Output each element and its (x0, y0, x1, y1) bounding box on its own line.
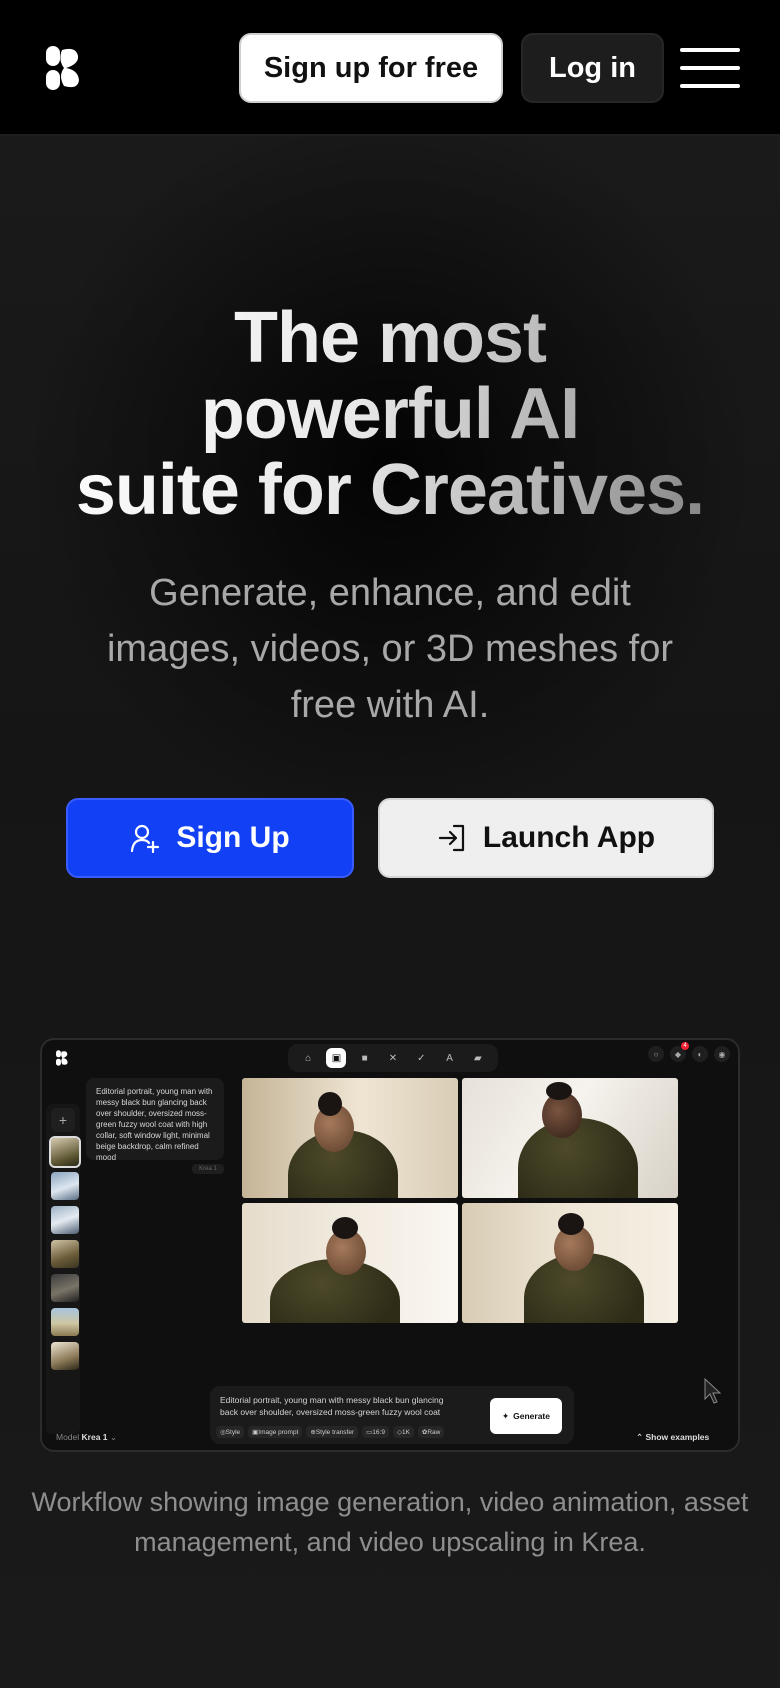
generated-image (242, 1078, 458, 1198)
hero-title-line: The most (233, 298, 547, 378)
hero-subtitle: Generate, enhance, and edit images, vide… (106, 572, 673, 726)
history-thumbnail (51, 1206, 79, 1234)
cursor-icon (704, 1378, 722, 1404)
mockup-status-icons: ○ ◆ 4 ◐ ◉ (648, 1042, 730, 1062)
model-selector: Model Krea 1 ⌄ (56, 1432, 117, 1443)
hamburger-menu-icon[interactable] (680, 48, 740, 88)
resolution-chip: ◇ 1K (392, 1426, 414, 1438)
enhance-icon: ✕ (388, 1052, 398, 1064)
bottom-prompt-bar: Editorial portrait, young man with messy… (210, 1386, 574, 1444)
sparkle-icon: ✦ (502, 1410, 510, 1421)
style-chip: ◎ Style (216, 1426, 245, 1438)
hero-title: The most powerful AI suite for Creatives… (40, 300, 740, 528)
history-rail: + (46, 1104, 81, 1434)
raw-chip: ✿ Raw (417, 1426, 445, 1438)
app-preview: ⌂ ▣ ■ ✕ ✓ A ▰ ○ ◆ 4 ◐ ◉ + Editorial portr… (40, 1038, 740, 1452)
generated-image (462, 1203, 678, 1323)
login-arrow-icon (438, 824, 464, 852)
mockup-toolbar: ⌂ ▣ ■ ✕ ✓ A ▰ (288, 1044, 498, 1072)
hero-title-line: suite for Creatives. (75, 450, 705, 530)
preview-caption: Workflow showing image generation, video… (31, 1487, 749, 1557)
chip-label: Image prompt (258, 1428, 299, 1436)
home-icon: ⌂ (305, 1052, 312, 1064)
chip-label: Style (225, 1428, 241, 1436)
history-thumbnail (51, 1342, 79, 1370)
text-icon: A (446, 1052, 453, 1064)
folder-icon: ▰ (473, 1052, 482, 1064)
show-examples: ⌃ Show examples (636, 1432, 709, 1443)
model-chip: Krea 1 (192, 1164, 224, 1174)
history-thumbnail (51, 1274, 79, 1302)
chip-label: Style transfer (315, 1428, 355, 1436)
moon-icon: ◐ (692, 1046, 708, 1062)
history-thumbnail (51, 1308, 79, 1336)
style-transfer-chip: ⊕ Style transfer (306, 1426, 359, 1438)
chip-label: 16:9 (372, 1428, 385, 1436)
signup-free-button[interactable]: Sign up for free (239, 33, 503, 103)
prompt-options: ◎ Style ▣ Image prompt ⊕ Style transfer … (216, 1426, 445, 1438)
history-thumbnail (51, 1172, 79, 1200)
edit-icon: ✓ (417, 1052, 426, 1064)
launch-app-button[interactable]: Launch App (378, 798, 714, 878)
site-header: Sign up for free Log in (0, 0, 780, 136)
notification-badge: 4 (681, 1042, 689, 1050)
video-icon: ■ (361, 1052, 368, 1064)
history-thumbnail (49, 1136, 81, 1168)
signup-button-label: Sign Up (176, 821, 290, 854)
krea-logo[interactable] (46, 46, 80, 90)
krea-logo (56, 1050, 68, 1066)
chevron-down-icon: ⌄ (109, 1432, 118, 1442)
model-value: Krea 1 (81, 1432, 108, 1442)
image-prompt-chip: ▣ Image prompt (248, 1426, 303, 1438)
bell-icon: ◆ 4 (670, 1042, 689, 1062)
signup-button[interactable]: Sign Up (66, 798, 354, 878)
history-thumbnail (51, 1240, 79, 1268)
plus-icon: + (51, 1108, 75, 1132)
model-label: Model (56, 1432, 80, 1442)
aspect-ratio-chip: ▭ 16:9 (362, 1426, 389, 1438)
generate-button: ✦ Generate (490, 1398, 562, 1434)
generated-image (242, 1203, 458, 1323)
prompt-card: Editorial portrait, young man with messy… (86, 1078, 224, 1162)
avatar: ◉ (714, 1046, 730, 1062)
image-icon: ▣ (326, 1048, 347, 1068)
hero-title-line: powerful AI (200, 374, 580, 454)
generate-label: Generate (513, 1411, 550, 1421)
show-examples-label: Show examples (645, 1432, 710, 1442)
login-button[interactable]: Log in (521, 33, 664, 103)
chip-label: Raw (427, 1428, 441, 1436)
launch-app-label: Launch App (482, 821, 656, 854)
search-icon: ○ (648, 1046, 664, 1062)
generated-image (462, 1078, 678, 1198)
chip-label: 1K (401, 1428, 410, 1436)
add-user-icon (131, 824, 160, 853)
prompt-input: Editorial portrait, young man with messy… (220, 1395, 444, 1417)
